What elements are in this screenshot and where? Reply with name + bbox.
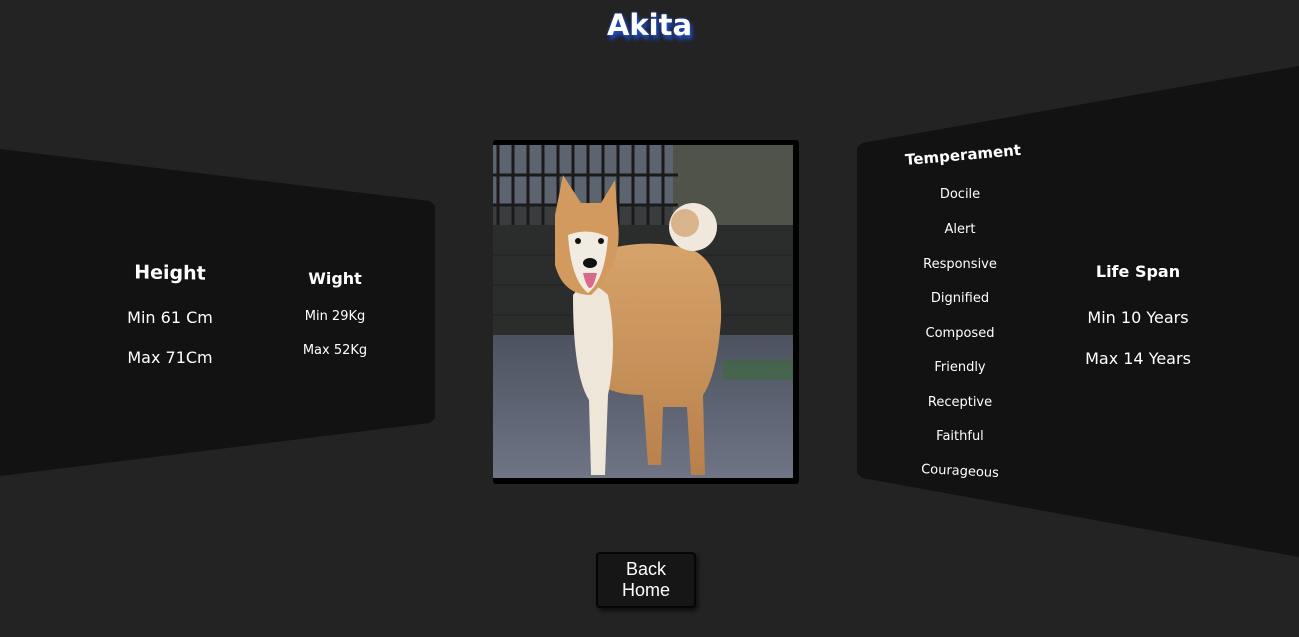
life-span-title: Life Span (1095, 262, 1181, 281)
weight-heading: Wight (285, 269, 385, 288)
weight-title: Wight (308, 269, 362, 288)
height-min: Min 61 Cm (127, 308, 213, 327)
life-span-max: Max 14 Years (1085, 349, 1191, 368)
height-title: Height (134, 261, 206, 285)
temperament-item: Friendly (934, 360, 986, 375)
height-max: Max 71Cm (127, 348, 213, 367)
temperament-item: Responsive (923, 257, 997, 272)
dog-photo-frame (493, 140, 799, 484)
temperament-item: Alert (944, 222, 976, 237)
back-home-button[interactable]: Back Home (596, 552, 696, 608)
weight-max: Max 52Kg (302, 343, 368, 358)
temperament-item: Dignified (930, 291, 990, 306)
height-heading: Height (110, 261, 230, 285)
temperament-item: Faithful (936, 429, 984, 444)
temperament-item: Receptive (927, 395, 993, 410)
life-span-min: Min 10 Years (1087, 308, 1189, 327)
breed-title: Akita (606, 8, 693, 42)
temperament-item: Docile (939, 187, 981, 202)
temperament-item: Composed (925, 326, 995, 341)
dog-photo (493, 145, 793, 478)
life-span-heading: Life Span (1078, 262, 1198, 281)
weight-min: Min 29Kg (304, 309, 366, 324)
breed-detail-page: Akita Height Min 61 Cm Max 71Cm Wight Mi… (0, 0, 1299, 637)
